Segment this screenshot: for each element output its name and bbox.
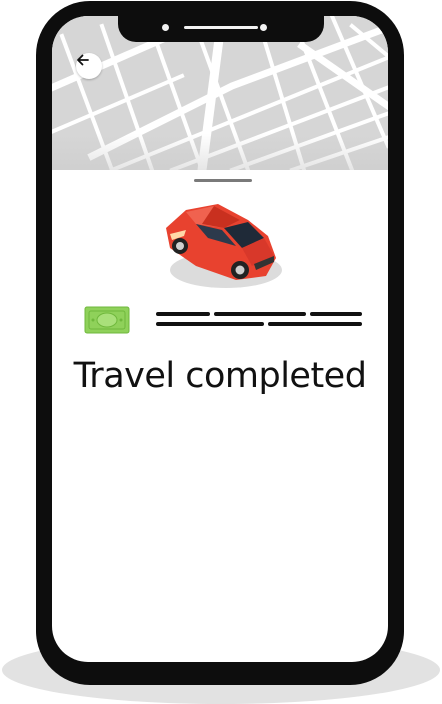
front-camera [162, 24, 169, 31]
proximity-sensor [260, 24, 267, 31]
cash-icon [84, 306, 130, 334]
back-button[interactable] [76, 53, 102, 79]
fare-details-placeholder [156, 312, 362, 326]
map-fade [52, 134, 388, 170]
sheet-drag-handle[interactable] [194, 179, 252, 182]
car-icon [166, 204, 282, 288]
phone-notch [118, 13, 324, 42]
earpiece-speaker [184, 26, 258, 29]
travel-status-title: Travel completed [73, 356, 367, 396]
arrow-left-icon [77, 54, 89, 66]
phone-screen [52, 16, 388, 662]
